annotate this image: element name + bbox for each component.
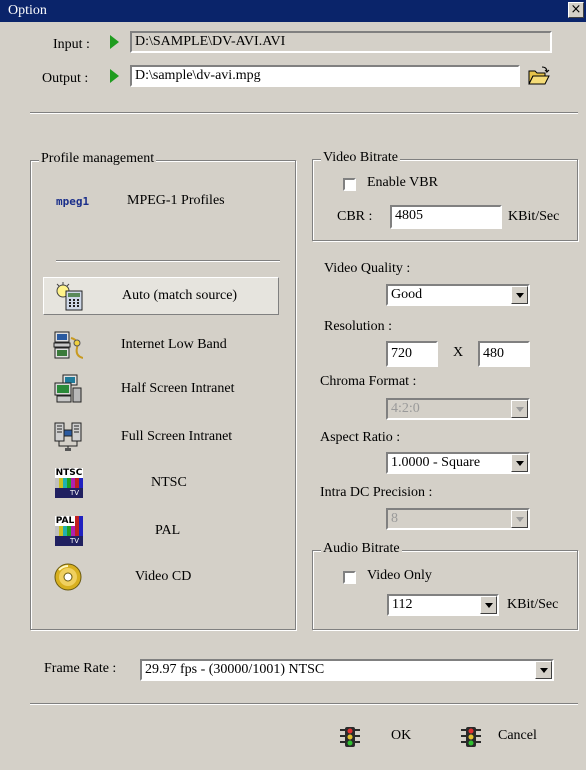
resolution-label: Resolution : [324, 319, 393, 334]
video-quality-combo[interactable]: Good [386, 284, 530, 306]
chroma-format-dropdown-button[interactable] [511, 400, 528, 418]
video-only-checkbox[interactable] [343, 571, 356, 584]
cancel-label: Cancel [498, 728, 537, 743]
intra-dc-label: Intra DC Precision : [320, 485, 433, 500]
auto-match-icon [56, 282, 83, 311]
window-title: Option [8, 3, 47, 18]
cbr-input[interactable]: 4805 [390, 205, 502, 229]
title-bar[interactable]: Option × [0, 0, 586, 22]
frame-rate-dropdown-button[interactable] [535, 661, 552, 679]
audio-bitrate-value: 112 [392, 597, 413, 612]
audio-bitrate-group: Audio Bitrate Video Only 112 KBit/Sec [312, 541, 578, 630]
intra-dc-dropdown-button[interactable] [511, 510, 528, 528]
profile-item-half-screen-intranet[interactable]: Half Screen Intranet [43, 371, 279, 409]
cbr-unit-label: KBit/Sec [508, 209, 560, 224]
output-field[interactable]: D:\sample\dv-avi.mpg [130, 65, 520, 87]
resolution-height-input[interactable]: 480 [478, 341, 530, 367]
ntsc-tv-icon: NTSC TV [55, 468, 83, 498]
open-folder-icon[interactable] [528, 66, 550, 86]
output-label: Output : [42, 71, 89, 86]
audio-bitrate-title: Audio Bitrate [321, 541, 402, 557]
intra-dc-value: 8 [391, 511, 398, 526]
profile-label-half-screen-intranet: Half Screen Intranet [121, 381, 235, 396]
profile-item-ntsc[interactable]: NTSC TV NTSC [43, 465, 279, 503]
enable-vbr-checkbox[interactable] [343, 178, 356, 191]
video-quality-value: Good [391, 287, 423, 302]
profile-separator [56, 260, 280, 262]
frame-rate-value: 29.97 fps - (30000/1001) NTSC [145, 662, 325, 677]
ntsc-tv-badge: TV [70, 489, 80, 497]
aspect-ratio-value: 1.0000 - Square [391, 455, 481, 470]
profile-item-full-screen-intranet[interactable]: Full Screen Intranet [43, 419, 279, 457]
internet-computer-icon [53, 331, 83, 359]
mpeg1-logo: mpeg1 [56, 195, 90, 208]
aspect-ratio-combo[interactable]: 1.0000 - Square [386, 452, 530, 474]
video-bitrate-group: Video Bitrate Enable VBR CBR : 4805 KBit… [312, 150, 578, 241]
profile-label-auto: Auto (match source) [122, 288, 238, 303]
cd-disc-icon [54, 563, 82, 591]
profile-item-auto[interactable]: Auto (match source) [43, 277, 279, 315]
input-field[interactable]: D:\SAMPLE\DV-AVI.AVI [130, 31, 552, 53]
top-separator [30, 112, 578, 114]
resolution-x-label: X [453, 345, 464, 360]
chroma-format-value: 4:2:0 [391, 401, 420, 416]
resolution-width-input[interactable]: 720 [386, 341, 438, 367]
profile-label-ntsc: NTSC [151, 475, 187, 490]
enable-vbr-label: Enable VBR [367, 175, 438, 190]
option-dialog: Option × Input : D:\SAMPLE\DV-AVI.AVI Ou… [0, 0, 586, 770]
output-arrow-icon [110, 69, 119, 83]
audio-bitrate-dropdown-button[interactable] [480, 596, 497, 614]
video-quality-label: Video Quality : [324, 261, 411, 276]
video-quality-dropdown-button[interactable] [511, 286, 528, 304]
profile-label-internet-low-band: Internet Low Band [121, 337, 227, 352]
mpeg1-profiles-label: MPEG-1 Profiles [127, 193, 225, 208]
profile-label-pal: PAL [155, 523, 181, 538]
cancel-button[interactable]: Cancel [456, 722, 566, 752]
profile-management-group: Profile management mpeg1 MPEG-1 Profiles… [30, 151, 296, 630]
traffic-light-icon [340, 727, 360, 747]
profile-label-video-cd: Video CD [135, 569, 192, 584]
aspect-ratio-dropdown-button[interactable] [511, 454, 528, 472]
profile-label-full-screen-intranet: Full Screen Intranet [121, 429, 233, 444]
ok-label: OK [391, 728, 412, 743]
network-computers-icon [54, 374, 82, 403]
audio-bitrate-combo[interactable]: 112 [387, 594, 499, 616]
profile-management-title: Profile management [39, 151, 157, 167]
frame-rate-combo[interactable]: 29.97 fps - (30000/1001) NTSC [140, 659, 554, 681]
ok-button[interactable]: OK [335, 722, 435, 752]
network-servers-icon [54, 422, 82, 451]
input-label: Input : [53, 37, 90, 52]
profile-item-video-cd[interactable]: Video CD [43, 559, 279, 597]
pal-badge: PAL [55, 516, 75, 526]
intra-dc-combo[interactable]: 8 [386, 508, 530, 530]
profile-item-pal[interactable]: PAL TV PAL [43, 513, 279, 551]
bottom-separator [30, 703, 578, 705]
profile-item-internet-low-band[interactable]: Internet Low Band [43, 327, 279, 365]
chroma-format-label: Chroma Format : [320, 374, 417, 389]
video-only-label: Video Only [367, 568, 432, 583]
cbr-label: CBR : [337, 209, 373, 224]
frame-rate-label: Frame Rate : [44, 661, 117, 676]
ntsc-badge: NTSC [55, 468, 83, 478]
input-arrow-icon [110, 35, 119, 49]
traffic-light-icon [461, 727, 481, 747]
pal-tv-badge: TV [70, 537, 80, 545]
close-button[interactable]: × [568, 2, 584, 18]
audio-bitrate-unit-label: KBit/Sec [507, 597, 559, 612]
pal-tv-icon: PAL TV [55, 516, 83, 546]
aspect-ratio-label: Aspect Ratio : [320, 430, 401, 445]
chroma-format-combo[interactable]: 4:2:0 [386, 398, 530, 420]
video-bitrate-title: Video Bitrate [321, 150, 400, 166]
